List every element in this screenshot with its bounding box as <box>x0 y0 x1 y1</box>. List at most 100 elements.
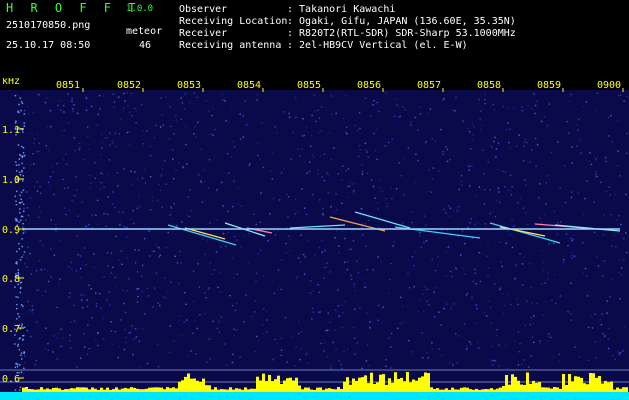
noise-speck <box>225 245 227 247</box>
noise-speck <box>39 186 41 188</box>
noise-speck <box>79 357 82 359</box>
noise-speck <box>518 134 520 136</box>
noise-speck <box>251 315 253 318</box>
noise-speck <box>29 164 32 166</box>
noise-speck <box>136 271 138 273</box>
noise-speck <box>100 154 102 156</box>
noise-speck <box>541 250 543 252</box>
noise-speck <box>335 226 337 228</box>
noise-speck <box>57 104 59 106</box>
noise-speck <box>509 234 511 236</box>
noise-speck <box>521 110 524 112</box>
noise-speck <box>156 246 158 248</box>
power-bar <box>52 387 55 392</box>
noise-speck <box>38 260 41 262</box>
noise-speck <box>322 214 325 216</box>
noise-speck <box>421 293 424 295</box>
noise-speck <box>38 289 40 291</box>
noise-speck <box>502 170 504 173</box>
noise-speck <box>18 316 20 318</box>
noise-speck <box>77 253 79 256</box>
noise-speck <box>170 125 172 128</box>
noise-speck <box>45 145 47 147</box>
noise-speck <box>364 223 366 225</box>
noise-speck <box>235 329 238 331</box>
noise-speck <box>325 266 327 268</box>
noise-speck <box>354 308 356 310</box>
power-bar <box>565 385 568 392</box>
noise-speck <box>489 306 492 308</box>
noise-speck <box>464 243 466 245</box>
noise-speck <box>76 366 78 368</box>
noise-speck <box>388 141 390 144</box>
power-bar <box>145 388 148 392</box>
noise-speck <box>352 240 355 242</box>
noise-speck <box>130 218 132 220</box>
noise-speck <box>425 224 427 226</box>
noise-speck <box>548 333 550 335</box>
noise-speck <box>17 144 20 146</box>
noise-speck <box>42 244 44 247</box>
power-bar <box>175 388 178 392</box>
time-tick-label: 0859 <box>537 80 561 91</box>
noise-speck <box>179 315 182 317</box>
noise-speck <box>335 230 338 232</box>
noise-speck <box>38 142 40 144</box>
power-bar <box>106 387 109 392</box>
noise-speck <box>164 277 166 279</box>
noise-speck <box>366 151 368 153</box>
power-bar <box>553 387 556 392</box>
power-bar <box>40 387 43 392</box>
noise-speck <box>530 316 533 319</box>
power-bar <box>532 380 535 392</box>
noise-speck <box>320 342 322 345</box>
noise-speck <box>498 344 500 346</box>
noise-speck <box>289 238 292 240</box>
power-bar <box>520 384 523 392</box>
noise-speck <box>19 291 21 294</box>
noise-speck <box>294 198 297 201</box>
noise-speck <box>68 122 70 124</box>
noise-speck <box>452 364 454 366</box>
noise-speck <box>325 329 327 332</box>
noise-speck <box>229 294 231 297</box>
power-bar <box>382 374 385 392</box>
noise-speck <box>312 193 314 196</box>
time-tick-label: 0852 <box>117 80 141 91</box>
noise-speck <box>378 110 380 113</box>
noise-speck <box>617 351 619 353</box>
noise-speck <box>533 315 535 317</box>
noise-speck <box>384 145 386 147</box>
noise-speck <box>455 268 458 270</box>
noise-speck <box>522 207 525 209</box>
noise-speck <box>61 345 63 347</box>
noise-speck <box>240 246 242 248</box>
noise-speck <box>185 303 187 305</box>
power-bar <box>130 387 133 392</box>
noise-speck <box>472 139 474 142</box>
noise-speck <box>204 181 206 183</box>
noise-speck <box>607 116 610 119</box>
noise-speck <box>79 149 81 151</box>
noise-speck <box>45 327 47 329</box>
noise-speck <box>337 289 339 291</box>
noise-speck <box>443 208 445 211</box>
noise-speck <box>531 336 534 338</box>
noise-speck <box>46 270 49 272</box>
power-bar <box>274 379 277 392</box>
noise-speck <box>570 237 572 240</box>
noise-speck <box>515 264 517 266</box>
noise-speck <box>458 335 460 337</box>
noise-speck <box>231 205 234 208</box>
noise-speck <box>18 103 20 106</box>
noise-speck <box>526 300 528 302</box>
noise-speck <box>487 275 489 277</box>
noise-speck <box>358 112 361 114</box>
noise-speck <box>15 204 18 206</box>
noise-speck <box>377 319 379 321</box>
noise-speck <box>570 319 572 321</box>
noise-speck <box>334 329 336 331</box>
noise-speck <box>415 153 417 156</box>
noise-speck <box>323 179 325 182</box>
noise-speck <box>79 146 81 148</box>
